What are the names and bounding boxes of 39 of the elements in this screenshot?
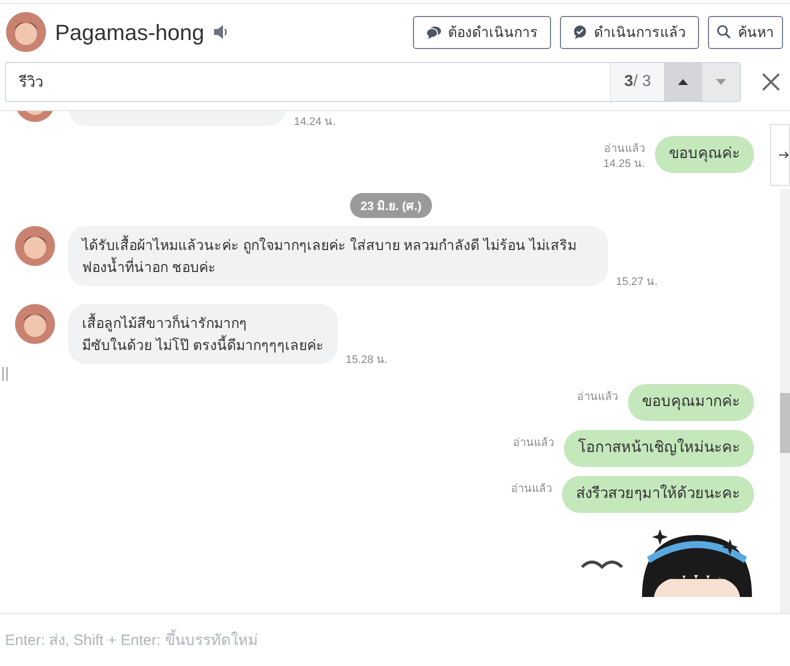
message-bubble: ได้รับเสื้อผ้าไหมแล้วนะค่ะ ถูกใจมากๆเลยค่ะ ใส่สบาย หลวมกำลังดี ไม่ร้อน ไม่เสริมฟองน้ำที่น่าอก ชอบค่ะ — [68, 226, 608, 286]
resize-handle-icon[interactable] — [2, 367, 8, 381]
search-input[interactable]: รีวิว — [6, 63, 610, 101]
message-bubble: เสื้อลูกไม้สีขาวก็น่ารักมากๆ มีซับในด้วย ไม่โป๊ ตรงนี้ดีมากๆๆๆเลยค่ะ — [68, 304, 338, 364]
match-counter: 3/ 3 — [610, 63, 664, 101]
contact-name: Pagamas-hong — [55, 18, 204, 47]
contact-avatar — [15, 304, 55, 344]
contact-avatar — [15, 226, 55, 266]
message-bubble: ขอบคุณมากค่ะ — [628, 384, 754, 421]
message-bubble: ขอบคุณค่ะ — [655, 136, 754, 173]
date-badge: 23 มิ.ย. (ศ.) — [350, 193, 432, 218]
search-icon — [717, 25, 731, 39]
arrow-right-icon — [779, 151, 789, 159]
read-receipt: อ่านแล้ว — [577, 390, 618, 405]
message-bubble: ส่งรีวสวยๆมาให้ด้วยนะคะ — [562, 476, 754, 513]
speaker-icon[interactable] — [213, 25, 230, 39]
close-icon[interactable] — [762, 73, 780, 91]
status-filter-button[interactable]: ต้องดำเนินการ — [413, 16, 551, 48]
message-time: 15.28 น. — [346, 352, 388, 368]
read-receipt: อ่านแล้ว — [513, 436, 554, 451]
message-input[interactable]: Enter: ส่ง, Shift + Enter: ขึ้นบรรทัดใหม่ — [0, 614, 790, 666]
side-panel-tab[interactable] — [770, 124, 790, 186]
message-bubble: โอกาสหน้าเชิญใหม่นะคะ — [564, 430, 754, 467]
check-bubble-icon — [573, 25, 587, 39]
message-time: 14.24 น. — [294, 114, 336, 130]
message-time: 15.27 น. — [616, 274, 658, 290]
previous-match-button[interactable] — [664, 63, 702, 101]
message-time: 14.25 น. — [603, 157, 645, 172]
chat-bubbles-icon — [426, 26, 441, 38]
scrollbar[interactable] — [780, 189, 790, 613]
contact-avatar — [6, 12, 46, 52]
read-receipt: อ่านแล้ว — [511, 482, 552, 497]
caret-up-icon — [678, 79, 688, 85]
read-receipt: อ่านแล้ว — [604, 142, 645, 157]
next-match-button[interactable] — [702, 63, 740, 101]
search-button[interactable]: ค้นหา — [708, 16, 783, 48]
status-filter-button[interactable]: ดำเนินการแล้ว — [560, 16, 699, 48]
caret-down-icon — [716, 79, 726, 85]
search-field[interactable]: รีวิว 3/ 3 — [5, 62, 741, 102]
